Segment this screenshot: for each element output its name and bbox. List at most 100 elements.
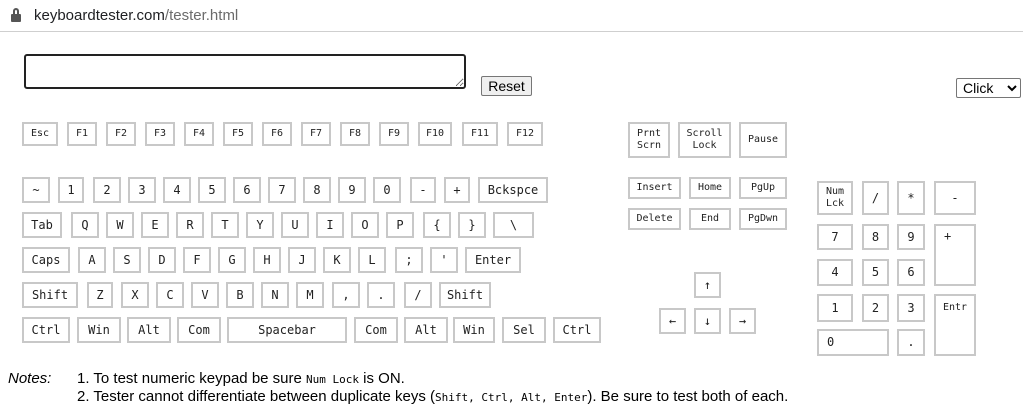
key-num-plus[interactable]: + xyxy=(934,224,976,286)
key-semicolon[interactable]: ; xyxy=(395,247,423,273)
key-win-left[interactable]: Win xyxy=(77,317,121,343)
key-esc[interactable]: Esc xyxy=(22,122,58,146)
key-backspace[interactable]: Bckspce xyxy=(478,177,548,203)
key-l[interactable]: L xyxy=(358,247,386,273)
key-k[interactable]: K xyxy=(323,247,351,273)
key-num-enter[interactable]: Entr xyxy=(934,294,976,356)
key-scroll-lock[interactable]: Scroll Lock xyxy=(678,122,731,158)
key-y[interactable]: Y xyxy=(246,212,274,238)
url-text[interactable]: keyboardtester.com/tester.html xyxy=(34,7,238,24)
key-caps-lock[interactable]: Caps xyxy=(22,247,70,273)
key-num-2[interactable]: 2 xyxy=(862,294,889,322)
key-u[interactable]: U xyxy=(281,212,309,238)
key-s[interactable]: S xyxy=(113,247,141,273)
key-com-left[interactable]: Com xyxy=(177,317,221,343)
key-r[interactable]: R xyxy=(176,212,204,238)
key-t[interactable]: T xyxy=(211,212,239,238)
key-tab[interactable]: Tab xyxy=(22,212,62,238)
key-enter[interactable]: Enter xyxy=(465,247,521,273)
key-num-8[interactable]: 8 xyxy=(862,224,889,250)
key-c[interactable]: C xyxy=(156,282,184,308)
key-right-brace[interactable]: } xyxy=(458,212,486,238)
key-w[interactable]: W xyxy=(106,212,134,238)
key-backslash[interactable]: \ xyxy=(493,212,534,238)
key-spacebar[interactable]: Spacebar xyxy=(227,317,347,343)
key-5[interactable]: 5 xyxy=(198,177,226,203)
key-v[interactable]: V xyxy=(191,282,219,308)
key-insert[interactable]: Insert xyxy=(628,177,681,199)
key-3[interactable]: 3 xyxy=(128,177,156,203)
browser-address-bar[interactable]: keyboardtester.com/tester.html xyxy=(0,0,1023,32)
key-p[interactable]: P xyxy=(386,212,414,238)
key-num-1[interactable]: 1 xyxy=(817,294,853,322)
keystroke-textarea[interactable] xyxy=(24,54,466,89)
key-f4[interactable]: F4 xyxy=(184,122,214,146)
key-ctrl-left[interactable]: Ctrl xyxy=(22,317,70,343)
key-delete[interactable]: Delete xyxy=(628,208,681,230)
key-f8[interactable]: F8 xyxy=(340,122,370,146)
key-f11[interactable]: F11 xyxy=(462,122,498,146)
key-f[interactable]: F xyxy=(183,247,211,273)
key-f1[interactable]: F1 xyxy=(67,122,97,146)
key-f5[interactable]: F5 xyxy=(223,122,253,146)
key-num-lock[interactable]: Num Lck xyxy=(817,181,853,215)
key-j[interactable]: J xyxy=(288,247,316,273)
key-ctrl-right[interactable]: Ctrl xyxy=(553,317,601,343)
key-slash[interactable]: / xyxy=(404,282,432,308)
key-num-0[interactable]: 0 xyxy=(817,329,889,356)
key-9[interactable]: 9 xyxy=(338,177,366,203)
key-page-up[interactable]: PgUp xyxy=(739,177,787,199)
key-d[interactable]: D xyxy=(148,247,176,273)
key-home[interactable]: Home xyxy=(689,177,731,199)
key-sel[interactable]: Sel xyxy=(502,317,546,343)
key-minus[interactable]: - xyxy=(410,177,436,203)
key-alt-right[interactable]: Alt xyxy=(404,317,448,343)
key-f6[interactable]: F6 xyxy=(262,122,292,146)
key-num-5[interactable]: 5 xyxy=(862,259,889,286)
key-num-3[interactable]: 3 xyxy=(897,294,925,322)
key-print-screen[interactable]: Prnt Scrn xyxy=(628,122,670,158)
key-num-9[interactable]: 9 xyxy=(897,224,925,250)
key-com-right[interactable]: Com xyxy=(354,317,398,343)
key-page-down[interactable]: PgDwn xyxy=(739,208,787,230)
key-g[interactable]: G xyxy=(218,247,246,273)
key-b[interactable]: B xyxy=(226,282,254,308)
key-q[interactable]: Q xyxy=(71,212,99,238)
key-arrow-left[interactable]: ← xyxy=(659,308,686,334)
key-z[interactable]: Z xyxy=(87,282,113,308)
key-0[interactable]: 0 xyxy=(373,177,401,203)
key-arrow-down[interactable]: ↓ xyxy=(694,308,721,334)
key-pause[interactable]: Pause xyxy=(739,122,787,158)
key-1[interactable]: 1 xyxy=(58,177,84,203)
key-comma[interactable]: , xyxy=(332,282,360,308)
key-7[interactable]: 7 xyxy=(268,177,296,203)
key-4[interactable]: 4 xyxy=(163,177,191,203)
key-win-right[interactable]: Win xyxy=(453,317,495,343)
key-shift-right[interactable]: Shift xyxy=(439,282,491,308)
key-e[interactable]: E xyxy=(141,212,169,238)
reset-button[interactable]: Reset xyxy=(481,76,532,96)
key-x[interactable]: X xyxy=(121,282,149,308)
mode-select[interactable]: Click xyxy=(956,78,1021,98)
key-a[interactable]: A xyxy=(78,247,106,273)
key-period[interactable]: . xyxy=(367,282,395,308)
key-num-minus[interactable]: - xyxy=(934,181,976,215)
key-num-4[interactable]: 4 xyxy=(817,259,853,286)
key-8[interactable]: 8 xyxy=(303,177,331,203)
key-shift-left[interactable]: Shift xyxy=(22,282,78,308)
key-i[interactable]: I xyxy=(316,212,344,238)
key-f2[interactable]: F2 xyxy=(106,122,136,146)
key-2[interactable]: 2 xyxy=(93,177,121,203)
key-f10[interactable]: F10 xyxy=(418,122,452,146)
key-left-brace[interactable]: { xyxy=(423,212,451,238)
key-o[interactable]: O xyxy=(351,212,379,238)
key-6[interactable]: 6 xyxy=(233,177,261,203)
key-plus[interactable]: + xyxy=(444,177,470,203)
key-arrow-right[interactable]: → xyxy=(729,308,756,334)
key-num-divide[interactable]: / xyxy=(862,181,889,215)
key-num-6[interactable]: 6 xyxy=(897,259,925,286)
key-arrow-up[interactable]: ↑ xyxy=(694,272,721,298)
key-n[interactable]: N xyxy=(261,282,289,308)
key-end[interactable]: End xyxy=(689,208,731,230)
key-num-7[interactable]: 7 xyxy=(817,224,853,250)
